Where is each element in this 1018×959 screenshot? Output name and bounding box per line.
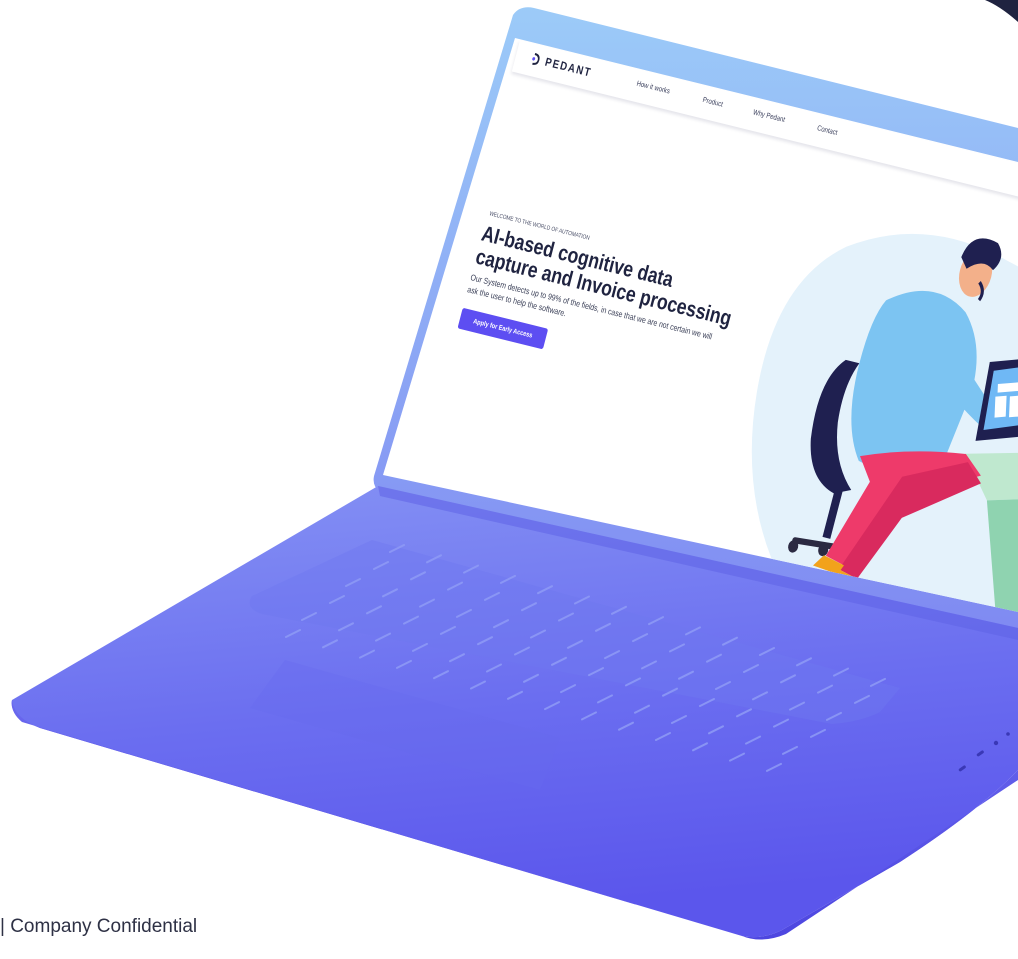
nav-how-it-works[interactable]: How it works	[636, 81, 671, 96]
site-logo[interactable]: PEDANT	[528, 51, 593, 81]
nav-why-pedant[interactable]: Why Pedant	[752, 109, 786, 124]
nav-product[interactable]: Product	[702, 97, 724, 109]
nav-contact[interactable]: Contact	[816, 125, 838, 137]
confidential-footer: | Company Confidential	[0, 916, 198, 937]
apply-early-access-button[interactable]: Apply for Early Access	[457, 307, 549, 350]
logo-text: PEDANT	[543, 55, 594, 80]
pedant-logo-icon	[532, 53, 540, 65]
decorative-corner-shape	[985, 0, 1018, 22]
person-head	[958, 238, 1002, 302]
